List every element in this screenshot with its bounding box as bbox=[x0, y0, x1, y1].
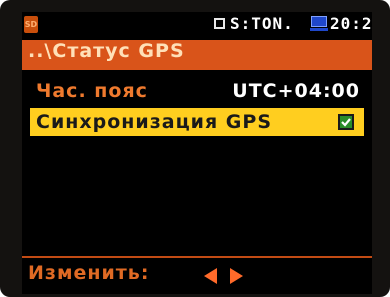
change-hint: Изменить: bbox=[28, 262, 150, 284]
footer: Изменить: bbox=[22, 258, 372, 294]
check-mark-icon bbox=[341, 118, 351, 127]
timezone-label: Час. пояс bbox=[36, 80, 148, 102]
setting-row-timezone[interactable]: Час. пояс UTC+04:00 bbox=[30, 80, 364, 106]
sd-card-label: SD bbox=[24, 20, 38, 29]
clock: 20:26 bbox=[330, 14, 372, 33]
checkbox-checked-icon[interactable] bbox=[338, 114, 354, 130]
timezone-value: UTC+04:00 bbox=[232, 80, 360, 102]
status-bar: SD S:TON. 20:26 bbox=[22, 12, 372, 38]
title-bar: ..\Статус GPS bbox=[22, 40, 372, 70]
setting-row-gps-sync[interactable]: Синхронизация GPS bbox=[30, 108, 364, 136]
meter-device: SD S:TON. 20:26 ..\Статус GPS Час. пояс … bbox=[0, 0, 390, 297]
gps-sync-label: Синхронизация GPS bbox=[36, 111, 273, 133]
sd-card-icon: SD bbox=[24, 16, 38, 33]
square-outline-icon bbox=[214, 18, 225, 29]
page-title: ..\Статус GPS bbox=[28, 40, 185, 62]
arrow-left-icon bbox=[204, 268, 217, 284]
arrow-right-icon bbox=[230, 268, 243, 284]
measurement-mode: S:TON. bbox=[230, 14, 294, 33]
lcd-screen: SD S:TON. 20:26 ..\Статус GPS Час. пояс … bbox=[22, 12, 372, 294]
computer-icon bbox=[310, 16, 328, 32]
